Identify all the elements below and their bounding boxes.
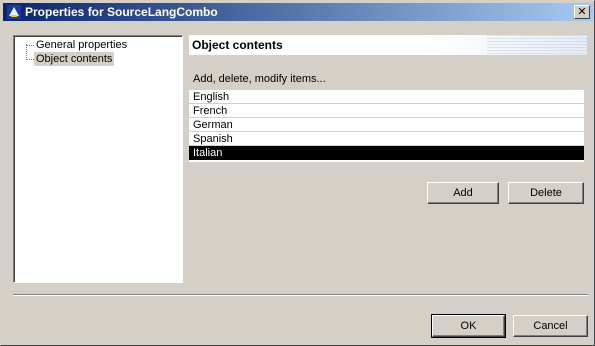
close-button[interactable]: ✕ xyxy=(574,5,590,19)
cancel-button[interactable]: Cancel xyxy=(513,315,588,337)
instructions-label: Add, delete, modify items... xyxy=(193,73,326,85)
title-bar[interactable]: Properties for SourceLangCombo ✕ xyxy=(3,3,593,21)
tree-item-general-properties[interactable]: General properties xyxy=(34,38,129,52)
list-item[interactable]: French xyxy=(189,104,584,118)
list-item[interactable]: English xyxy=(189,90,584,104)
add-button[interactable]: Add xyxy=(427,182,499,204)
list-item[interactable]: Spanish xyxy=(189,132,584,146)
section-header: Object contents xyxy=(189,35,587,55)
tree-item-object-contents[interactable]: Object contents xyxy=(34,52,115,66)
close-icon: ✕ xyxy=(577,5,587,18)
delete-button[interactable]: Delete xyxy=(508,182,584,204)
window-title: Properties for SourceLangCombo xyxy=(25,5,218,19)
divider xyxy=(13,294,588,296)
app-icon xyxy=(7,5,21,19)
ok-button[interactable]: OK xyxy=(431,314,506,338)
list-item-selected[interactable]: Italian xyxy=(189,146,584,160)
properties-tree: General properties Object contents xyxy=(13,35,183,283)
properties-dialog: Properties for SourceLangCombo ✕ General… xyxy=(0,0,595,346)
list-item[interactable]: German xyxy=(189,118,584,132)
tree-connector xyxy=(26,45,34,46)
tree-connector xyxy=(26,44,27,60)
tree-connector xyxy=(26,59,34,60)
items-listbox[interactable]: English French German Spanish Italian xyxy=(189,90,584,162)
